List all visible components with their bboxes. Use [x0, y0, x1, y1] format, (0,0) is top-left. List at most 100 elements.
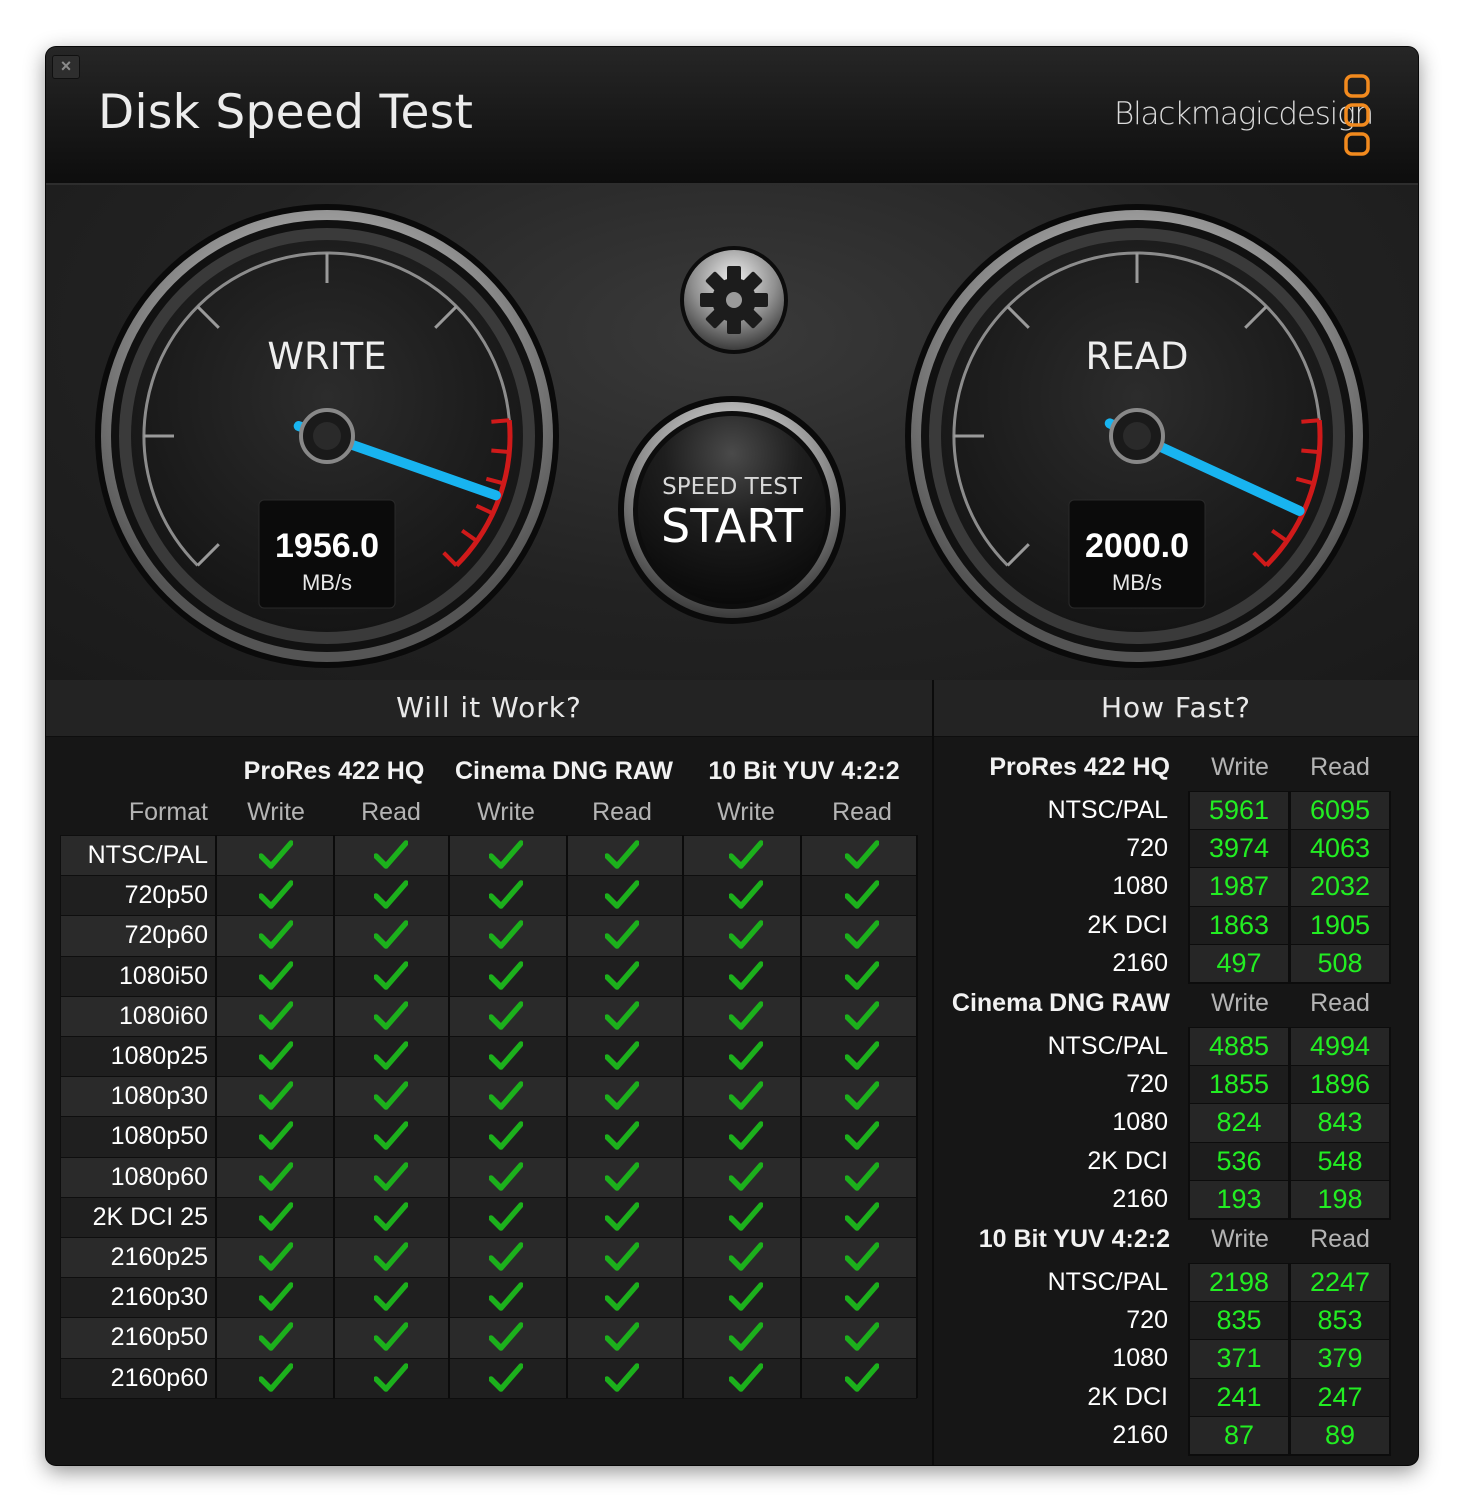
check-icon	[729, 1362, 763, 1392]
check-icon	[845, 1121, 879, 1151]
check-icon	[729, 1121, 763, 1151]
how-fast-format: 2160	[1112, 1184, 1168, 1213]
check-icon	[489, 1242, 523, 1271]
check-icon	[605, 880, 639, 909]
read-speed-cell: 1896	[1309, 1069, 1371, 1100]
close-button[interactable]: ×	[52, 55, 80, 79]
write-speed-value: 1956.0	[275, 527, 379, 565]
read-speed-cell: 1905	[1309, 909, 1371, 940]
start-button[interactable]: SPEED TEST START	[616, 394, 848, 626]
write-speed-cell: 5961	[1208, 795, 1270, 825]
format-label: 720p50	[124, 881, 208, 910]
check-icon	[729, 1242, 763, 1271]
format-label: 1080p30	[110, 1082, 208, 1111]
check-icon	[489, 1001, 523, 1030]
write-speed-cell: 371	[1216, 1343, 1262, 1374]
read-speed-cell: 379	[1317, 1343, 1363, 1374]
write-speed-cell: 193	[1216, 1183, 1262, 1214]
how-fast-format: 2K DCI	[1087, 1146, 1168, 1175]
check-icon	[729, 1161, 763, 1191]
how-fast-format: 2160	[1112, 948, 1168, 977]
redline-tick	[1301, 418, 1320, 424]
settings-button[interactable]	[678, 244, 790, 356]
check-icon	[259, 1161, 293, 1191]
write-speed-cell: 835	[1216, 1305, 1262, 1336]
check-icon	[845, 1242, 879, 1271]
check-icon	[729, 1081, 763, 1110]
write-speed-cell: 497	[1216, 947, 1262, 978]
how-fast-read-header: Read	[1310, 1225, 1370, 1253]
check-icon	[374, 1242, 408, 1271]
how-fast-codec-2: 10 Bit YUV 4:2:2	[978, 1225, 1170, 1253]
redline-tick	[491, 448, 510, 455]
check-icon	[374, 1041, 408, 1070]
check-icon	[259, 1041, 293, 1070]
how-fast-format: NTSC/PAL	[1047, 1268, 1168, 1296]
check-icon	[489, 1041, 523, 1070]
read-gauge: READ 2000.0 MB/s	[905, 204, 1369, 668]
check-icon	[489, 920, 523, 950]
check-icon	[729, 1202, 763, 1231]
check-icon	[374, 1362, 408, 1392]
check-icon	[845, 880, 879, 909]
check-icon	[605, 840, 639, 869]
write-speed-cell: 1863	[1208, 909, 1270, 940]
check-icon	[374, 1282, 408, 1311]
write-speed-cell: 824	[1216, 1107, 1262, 1138]
check-icon	[605, 1041, 639, 1070]
how-fast-format: 1080	[1112, 1344, 1168, 1373]
format-label: 720p60	[124, 921, 208, 950]
how-fast-format: 720	[1126, 834, 1168, 863]
check-icon	[845, 1202, 879, 1231]
check-icon	[374, 1322, 408, 1352]
how-fast-header: How Fast?	[934, 680, 1418, 737]
check-icon	[489, 880, 523, 909]
how-fast-format: 720	[1126, 1070, 1168, 1099]
how-fast-format: 2K DCI	[1087, 1382, 1168, 1411]
check-icon	[605, 920, 639, 950]
read-speed-cell: 2247	[1309, 1267, 1371, 1297]
read-speed-cell: 548	[1317, 1145, 1363, 1176]
how-fast-write-header: Write	[1211, 753, 1269, 781]
format-label: 1080p60	[110, 1162, 208, 1191]
check-icon	[845, 960, 879, 990]
read-speed-value: 2000.0	[1085, 527, 1189, 565]
write-speed-cell: 3974	[1208, 833, 1270, 864]
how-fast-format: NTSC/PAL	[1047, 1032, 1168, 1060]
read-speed-unit: MB/s	[1112, 570, 1162, 595]
check-icon	[374, 1161, 408, 1191]
format-column-header: Format	[128, 798, 208, 826]
read-speed-cell: 2032	[1309, 871, 1371, 902]
check-icon	[729, 1041, 763, 1070]
sub-header-3: Read	[592, 798, 652, 826]
will-it-work-header: Will it Work?	[46, 680, 932, 737]
check-icon	[489, 1121, 523, 1151]
app-title: Disk Speed Test	[98, 85, 474, 140]
how-fast-read-header: Read	[1310, 753, 1370, 781]
sub-header-4: Write	[717, 798, 775, 826]
read-speed-cell: 843	[1317, 1107, 1363, 1138]
check-icon	[605, 960, 639, 990]
check-icon	[259, 840, 293, 869]
read-speed-cell: 4063	[1309, 833, 1371, 864]
redline-tick	[491, 418, 510, 424]
brand-name: Blackmagicdesign	[1114, 96, 1374, 132]
write-speed-cell: 4885	[1208, 1031, 1270, 1061]
brand-logo-icon	[1344, 74, 1370, 156]
format-label: 1080p50	[110, 1122, 208, 1151]
check-icon	[259, 1121, 293, 1151]
how-fast-write-header: Write	[1211, 1225, 1269, 1253]
check-icon	[845, 1161, 879, 1191]
check-icon	[259, 1362, 293, 1392]
check-icon	[845, 840, 879, 869]
check-icon	[729, 960, 763, 990]
how-fast-format: NTSC/PAL	[1047, 796, 1168, 824]
write-gauge: WRITE 1956.0 MB/s	[95, 204, 559, 668]
read-speed-cell: 853	[1317, 1305, 1363, 1336]
check-icon	[489, 1322, 523, 1352]
panel-divider	[932, 680, 934, 1465]
check-icon	[605, 1282, 639, 1311]
title-bar: × Disk Speed Test Blackmagicdesign	[46, 47, 1418, 185]
format-label: 2160p30	[110, 1283, 208, 1312]
sub-header-0: Write	[247, 798, 305, 826]
